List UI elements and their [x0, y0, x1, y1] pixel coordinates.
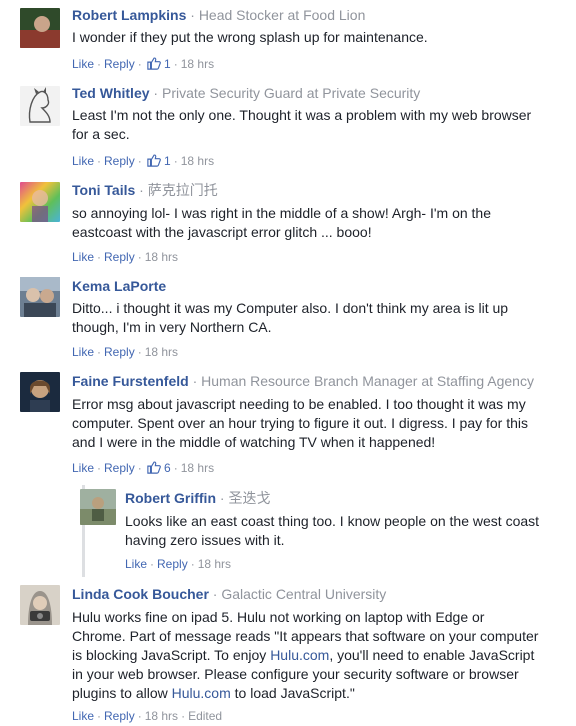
thumbs-up-icon	[147, 154, 161, 167]
comment-text: Error msg about javascript needing to be…	[72, 396, 529, 450]
reply-button[interactable]: Reply	[104, 709, 135, 723]
author-location: 圣迭戈	[228, 490, 271, 506]
hulu-link[interactable]: Hulu.com	[172, 685, 231, 701]
like-button[interactable]: Like	[72, 250, 94, 264]
like-count[interactable]: 1	[145, 154, 171, 168]
timestamp[interactable]: 18 hrs	[181, 154, 214, 168]
thumbs-up-icon	[147, 461, 161, 474]
comment-text: Ditto... i thought it was my Computer al…	[72, 300, 509, 335]
like-button[interactable]: Like	[72, 709, 94, 723]
reply-button[interactable]: Reply	[104, 57, 135, 71]
avatar[interactable]	[80, 489, 116, 525]
reply-button[interactable]: Reply	[157, 557, 188, 571]
comment-author[interactable]: Robert Griffin	[125, 490, 216, 506]
author-location: 萨克拉门托	[147, 182, 218, 198]
comment-author[interactable]: Kema LaPorte	[72, 278, 166, 294]
thumbs-up-icon	[147, 57, 161, 70]
avatar[interactable]	[20, 585, 60, 625]
comment-text: I wonder if they put the wrong splash up…	[72, 29, 428, 45]
avatar[interactable]	[20, 8, 60, 48]
timestamp[interactable]: 18 hrs	[145, 345, 178, 359]
timestamp[interactable]: 18 hrs	[198, 557, 231, 571]
comment-text: Least I'm not the only one. Thought it w…	[72, 107, 532, 142]
timestamp[interactable]: 18 hrs	[145, 709, 178, 723]
like-button[interactable]: Like	[72, 57, 94, 71]
author-affiliation: Head Stocker at Food Lion	[198, 7, 366, 23]
like-count[interactable]: 1	[145, 57, 171, 71]
edited-label[interactable]: Edited	[188, 709, 222, 723]
like-button[interactable]: Like	[125, 557, 147, 571]
like-button[interactable]: Like	[72, 154, 94, 168]
reply-button[interactable]: Reply	[104, 461, 135, 475]
reply-button[interactable]: Reply	[104, 250, 135, 264]
like-button[interactable]: Like	[72, 345, 94, 359]
author-affiliation: Private Security Guard at Private Securi…	[161, 85, 421, 101]
comment-text: Hulu works fine on ipad 5. Hulu not work…	[72, 609, 539, 701]
separator-dot: ·	[190, 7, 199, 23]
reply-button[interactable]: Reply	[104, 345, 135, 359]
reply-button[interactable]: Reply	[104, 154, 135, 168]
timestamp[interactable]: 18 hrs	[181, 461, 214, 475]
comment-text: so annoying lol- I was right in the midd…	[72, 205, 492, 240]
like-count[interactable]: 6	[145, 461, 171, 475]
author-affiliation: Human Resource Branch Manager at Staffin…	[201, 373, 534, 389]
hulu-link[interactable]: Hulu.com	[270, 647, 329, 663]
timestamp[interactable]: 18 hrs	[145, 250, 178, 264]
comment-text: Looks like an east coast thing too. I kn…	[125, 513, 540, 548]
avatar[interactable]	[20, 182, 60, 222]
author-affiliation: Galactic Central University	[221, 586, 387, 602]
timestamp[interactable]: 18 hrs	[181, 57, 214, 71]
comment-author[interactable]: Linda Cook Boucher	[72, 586, 209, 602]
comment-author[interactable]: Robert Lampkins	[72, 7, 186, 23]
avatar[interactable]	[20, 86, 60, 126]
like-button[interactable]: Like	[72, 461, 94, 475]
comment-author[interactable]: Toni Tails	[72, 182, 135, 198]
avatar[interactable]	[20, 372, 60, 412]
avatar[interactable]	[20, 277, 60, 317]
comment-author[interactable]: Faine Furstenfeld	[72, 373, 189, 389]
comment-author[interactable]: Ted Whitley	[72, 85, 150, 101]
